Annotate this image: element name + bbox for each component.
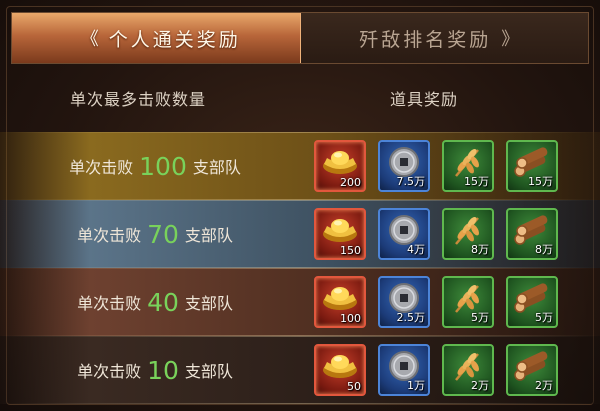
gold-ingot-icon — [323, 219, 357, 242]
reward-quantity: 100 — [340, 312, 361, 325]
reward-row: 单次击败 40 支部队 100 2.5万 5万 5万 — [0, 268, 600, 336]
tab-label: 歼敌排名奖励 — [359, 28, 492, 51]
tab-kill-ranking-rewards[interactable]: 歼敌排名奖励 》 — [300, 13, 588, 63]
row-prefix: 单次击败 — [77, 362, 142, 381]
reward-item-wheat[interactable]: 8万 — [442, 208, 494, 260]
row-suffix: 支部队 — [184, 362, 233, 381]
reward-item-copper-coin[interactable]: 4万 — [378, 208, 430, 260]
reward-quantity: 150 — [340, 244, 361, 257]
row-suffix: 支部队 — [192, 158, 241, 177]
gold-ingot-icon — [323, 287, 357, 310]
reward-quantity: 8万 — [471, 243, 489, 256]
reward-item-wheat[interactable]: 5万 — [442, 276, 494, 328]
reward-item-copper-coin[interactable]: 1万 — [378, 344, 430, 396]
reward-quantity: 200 — [340, 176, 361, 189]
row-suffix: 支部队 — [184, 294, 233, 313]
reward-row: 单次击败 100 支部队 200 7.5万 15万 15万 — [0, 132, 600, 200]
chevron-left-icon: 《 — [80, 29, 99, 50]
reward-item-gold-ingot[interactable]: 150 — [314, 208, 366, 260]
reward-item-gold-ingot[interactable]: 100 — [314, 276, 366, 328]
row-label: 单次击败 10 支部队 — [0, 336, 310, 404]
reward-item-gold-ingot[interactable]: 50 — [314, 344, 366, 396]
reward-item-copper-coin[interactable]: 7.5万 — [378, 140, 430, 192]
reward-quantity: 8万 — [535, 243, 553, 256]
kill-count: 70 — [147, 219, 179, 249]
kill-count: 10 — [147, 355, 179, 385]
gold-ingot-icon — [323, 355, 357, 378]
column-header-kill-count: 单次最多击败数量 — [70, 90, 207, 109]
reward-quantity: 5万 — [535, 311, 553, 324]
reward-quantity: 2万 — [535, 379, 553, 392]
reward-quantity: 2万 — [471, 379, 489, 392]
row-label: 单次击败 100 支部队 — [0, 132, 310, 200]
reward-item-wood[interactable]: 15万 — [506, 140, 558, 192]
tab-label: 个人通关奖励 — [108, 28, 241, 51]
reward-panel: 《 个人通关奖励 歼敌排名奖励 》 单次最多击败数量 道具奖励 单次击败 100… — [0, 0, 600, 411]
reward-item-copper-coin[interactable]: 2.5万 — [378, 276, 430, 328]
reward-quantity: 1万 — [407, 379, 425, 392]
reward-item-wood[interactable]: 2万 — [506, 344, 558, 396]
row-label: 单次击败 70 支部队 — [0, 200, 310, 268]
reward-item-wheat[interactable]: 15万 — [442, 140, 494, 192]
reward-quantity: 5万 — [471, 311, 489, 324]
row-suffix: 支部队 — [184, 226, 233, 245]
reward-quantity: 15万 — [528, 175, 553, 188]
reward-quantity: 50 — [347, 380, 361, 393]
tab-personal-clear-rewards[interactable]: 《 个人通关奖励 — [12, 13, 301, 63]
row-prefix: 单次击败 — [77, 294, 142, 313]
reward-item-wheat[interactable]: 2万 — [442, 344, 494, 396]
row-label: 单次击败 40 支部队 — [0, 268, 310, 336]
reward-quantity: 15万 — [464, 175, 489, 188]
reward-quantity: 2.5万 — [396, 311, 426, 324]
row-prefix: 单次击败 — [69, 158, 134, 177]
gold-ingot-icon — [323, 151, 357, 174]
column-header-item-rewards: 道具奖励 — [390, 90, 459, 109]
reward-item-gold-ingot[interactable]: 200 — [314, 140, 366, 192]
tab-bar: 《 个人通关奖励 歼敌排名奖励 》 — [11, 12, 589, 64]
chevron-right-icon: 》 — [501, 29, 520, 50]
reward-quantity: 4万 — [407, 243, 425, 256]
kill-count: 40 — [147, 287, 179, 317]
reward-quantity: 7.5万 — [396, 175, 426, 188]
kill-count: 100 — [139, 151, 187, 181]
reward-item-wood[interactable]: 8万 — [506, 208, 558, 260]
reward-item-wood[interactable]: 5万 — [506, 276, 558, 328]
reward-row: 单次击败 70 支部队 150 4万 8万 8万 — [0, 200, 600, 268]
row-prefix: 单次击败 — [77, 226, 142, 245]
reward-row: 单次击败 10 支部队 50 1万 2万 2万 — [0, 336, 600, 404]
